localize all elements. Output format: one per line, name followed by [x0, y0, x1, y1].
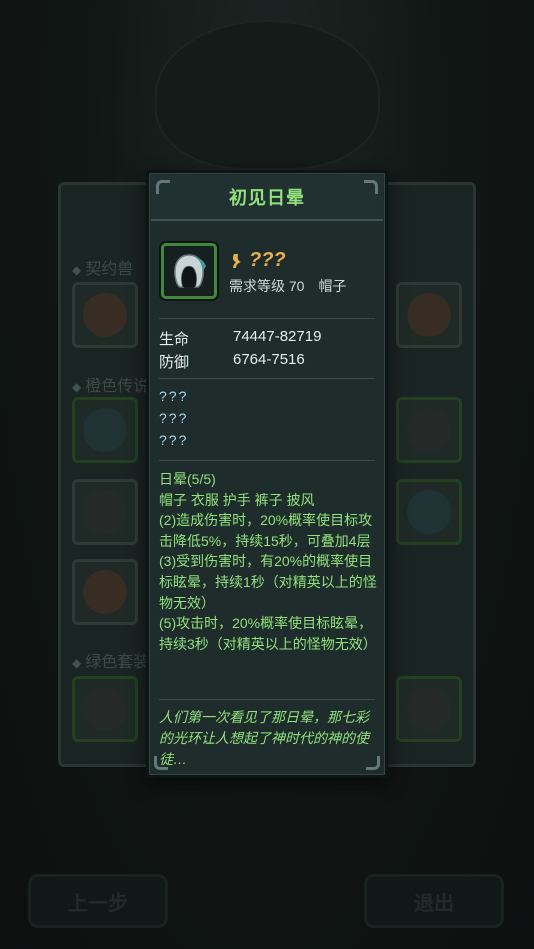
- unknown-affix: ???: [159, 432, 189, 448]
- prev-step-button[interactable]: 上一步: [28, 874, 168, 928]
- stat-value: 74447-82719: [233, 328, 322, 345]
- corner-ornament: [366, 756, 380, 770]
- corner-ornament: [154, 756, 168, 770]
- item-tooltip: 初见日晕 ??? 需求等级 70 帽子 生命 74447-82719 防御 676…: [146, 170, 388, 778]
- pet-slot[interactable]: [72, 282, 138, 348]
- hood-icon: [161, 243, 217, 299]
- diamond-icon: ◆: [72, 263, 82, 277]
- equip-slot[interactable]: [396, 676, 462, 742]
- pet-slot[interactable]: [396, 282, 462, 348]
- slot-type: 帽子: [318, 278, 347, 294]
- divider: [159, 460, 375, 461]
- set-bonus-3: (3)受到伤害时，有20%的概率使目标眩晕，持续1秒（对精英以上的怪物无效）: [159, 553, 377, 611]
- divider: [159, 378, 375, 379]
- section-label-green-set: ◆ 绿色套装: [72, 654, 150, 671]
- equip-slot[interactable]: [72, 676, 138, 742]
- exit-button[interactable]: 退出: [364, 874, 504, 928]
- equip-slot[interactable]: [72, 559, 138, 625]
- equip-slot[interactable]: [72, 479, 138, 545]
- set-bonus-5: (5)攻击时，20%概率使目标眩晕，持续3秒（对精英以上的怪物无效）: [159, 615, 377, 652]
- corner-ornament: [364, 180, 378, 194]
- item-title: 初见日晕: [229, 188, 305, 208]
- item-name-row: ???: [229, 249, 286, 272]
- set-bonus-2: (2)造成伤害时，20%概率使目标攻击降低5%，持续15秒，可叠加4层: [159, 512, 373, 549]
- set-name: 日晕(5/5): [159, 471, 216, 487]
- set-pieces: 帽子 衣服 护手 裤子 披风: [159, 491, 315, 508]
- level-requirement: 需求等级 70: [229, 278, 305, 294]
- corner-ornament: [156, 180, 170, 194]
- diamond-icon: ◆: [72, 380, 82, 394]
- stat-row-hp: 生命 74447-82719: [159, 328, 321, 349]
- equip-slot[interactable]: [396, 479, 462, 545]
- stat-row-defense: 防御 6764-7516: [159, 351, 305, 372]
- set-bonus-block: 日晕(5/5) 帽子 衣服 护手 裤子 披风 (2)造成伤害时，20%概率使目标…: [159, 469, 381, 654]
- divider: [159, 318, 375, 319]
- tooltip-header: 初见日晕: [151, 175, 383, 221]
- stat-value: 6764-7516: [233, 351, 305, 368]
- stat-label: 生命: [159, 331, 190, 348]
- unknown-affix: ???: [159, 388, 189, 404]
- divider: [159, 699, 375, 700]
- section-label-pet: ◆ 契约兽: [72, 261, 134, 278]
- background-emblem: [155, 20, 380, 170]
- unknown-affix: ???: [159, 410, 189, 426]
- requirement-line: 需求等级 70 帽子: [229, 276, 346, 296]
- flavor-text: 人们第一次看见了那日晕，那七彩的光环让人想起了神时代的神的使徒…: [159, 709, 369, 767]
- stat-label: 防御: [159, 354, 190, 371]
- diamond-icon: ◆: [72, 656, 82, 670]
- equip-slot[interactable]: [72, 397, 138, 463]
- item-name: ???: [249, 249, 286, 271]
- equip-slot[interactable]: [396, 397, 462, 463]
- section-label-orange: ◆ 橙色传说: [72, 378, 150, 395]
- rarity-mark-icon: [232, 253, 241, 268]
